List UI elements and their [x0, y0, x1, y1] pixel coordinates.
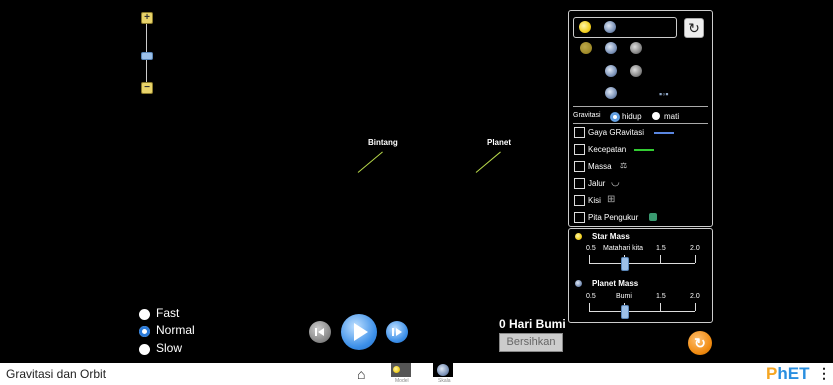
tape-measure-icon: [649, 213, 657, 221]
screen-scale-button[interactable]: [433, 363, 453, 377]
tick-label: 0.5: [586, 293, 596, 300]
simulation-area: + − Bintang Planet ↻ ▪◦▪ Gravitasi hidup…: [0, 0, 833, 363]
speed-slow-radio[interactable]: [139, 344, 150, 355]
tape-measure-checkbox[interactable]: [574, 212, 585, 223]
tick-label: Matahari kita: [603, 245, 644, 252]
tick-label: 2.0: [690, 293, 700, 300]
rewind-icon: [315, 328, 324, 336]
checkbox-label: Massa: [588, 162, 612, 171]
sun-icon[interactable]: [579, 21, 591, 33]
grid-icon: ⊞: [607, 194, 616, 205]
checkbox-label: Kecepatan: [588, 145, 627, 154]
moon-scenario-icon[interactable]: [630, 42, 642, 54]
reset-icon: ↻: [694, 335, 706, 351]
sun-scenario-icon[interactable]: [580, 42, 592, 54]
planet-mass-thumb[interactable]: [621, 305, 630, 319]
tick: [589, 303, 590, 311]
screen-model-label: Model: [395, 378, 409, 384]
gravity-force-checkbox[interactable]: [574, 127, 585, 138]
play-button[interactable]: [341, 314, 377, 350]
tick-label: Bumi: [616, 293, 632, 300]
satellite-icon[interactable]: ▪◦▪: [659, 89, 669, 99]
gravity-label: Gravitasi: [573, 112, 601, 119]
earth-icon: [437, 364, 449, 376]
divider: [573, 123, 708, 124]
velocity-arrow-icon: [634, 149, 654, 151]
clear-button[interactable]: Bersihkan: [499, 333, 563, 352]
speed-fast-radio[interactable]: [139, 309, 150, 320]
zoom-slider[interactable]: + −: [141, 12, 153, 94]
path-icon: ◡: [611, 177, 620, 188]
speed-normal-label: Normal: [156, 323, 195, 337]
navigation-bar: Gravitasi dan Orbit ⌂ Model Skala PhET ⋮: [0, 363, 833, 385]
elapsed-time: 0 Hari Bumi: [499, 317, 566, 331]
planet-body[interactable]: [475, 151, 501, 173]
scale-icon: ⚖: [620, 161, 628, 170]
earth-icon: [575, 280, 582, 287]
moon-only-scenario-icon[interactable]: [630, 65, 642, 77]
step-icon: [392, 328, 402, 336]
tick-label: 1.5: [656, 245, 666, 252]
tick: [589, 255, 590, 263]
play-icon: [354, 323, 368, 341]
phet-menu-icon[interactable]: ⋮: [817, 365, 831, 382]
mass-panel: Star Mass 0.5 Matahari kita 1.5 2.0 Plan…: [568, 228, 713, 323]
earth-satellite-scenario-icon[interactable]: [605, 87, 617, 99]
planet-mass-track[interactable]: [589, 311, 695, 312]
checkbox-label: Gaya GRavitasi: [588, 128, 645, 137]
star-body[interactable]: [357, 151, 383, 173]
zoom-thumb[interactable]: [141, 52, 153, 60]
velocity-checkbox[interactable]: [574, 144, 585, 155]
tick: [660, 255, 661, 263]
checkbox-label: Jalur: [588, 179, 606, 188]
planet-mass-title: Planet Mass: [592, 279, 639, 288]
divider: [573, 106, 708, 107]
sun-icon: [575, 233, 582, 240]
screen-scale-label: Skala: [438, 378, 451, 384]
rewind-button[interactable]: [309, 321, 331, 343]
gravity-force-arrow-icon: [654, 132, 674, 134]
sun-icon: [393, 366, 400, 373]
earth-scenario-icon[interactable]: [605, 42, 617, 54]
star-mass-thumb[interactable]: [621, 257, 630, 271]
home-icon[interactable]: ⌂: [357, 366, 365, 382]
step-forward-button[interactable]: [386, 321, 408, 343]
phet-logo[interactable]: PhET: [766, 364, 809, 384]
gravity-on-label: hidup: [622, 112, 642, 121]
reset-all-button[interactable]: ↻: [688, 331, 712, 355]
star-mass-track[interactable]: [589, 263, 695, 264]
mass-checkbox[interactable]: [574, 161, 585, 172]
control-panel: ↻ ▪◦▪ Gravitasi hidup mati Gaya GRavitas…: [568, 10, 713, 227]
checkbox-label: Pita Pengukur: [588, 213, 639, 222]
gravity-off-radio[interactable]: [652, 112, 660, 120]
tick-label: 0.5: [586, 245, 596, 252]
path-checkbox[interactable]: [574, 178, 585, 189]
star-label: Bintang: [368, 138, 398, 147]
tick-label: 1.5: [656, 293, 666, 300]
earth-icon[interactable]: [604, 21, 616, 33]
zoom-out-button[interactable]: −: [141, 82, 153, 94]
star-mass-title: Star Mass: [592, 232, 630, 241]
planet-label: Planet: [487, 138, 512, 147]
grid-checkbox[interactable]: [574, 195, 585, 206]
speed-normal-radio[interactable]: [139, 326, 150, 337]
screen-model-button[interactable]: [391, 363, 411, 377]
app-title: Gravitasi dan Orbit: [6, 367, 107, 381]
scenario-selected-row[interactable]: [573, 17, 677, 38]
earth-moon-scenario-icon[interactable]: [605, 65, 617, 77]
speed-fast-label: Fast: [156, 306, 180, 320]
tick-label: 2.0: [690, 245, 700, 252]
reset-scenario-button[interactable]: ↻: [684, 18, 704, 38]
gravity-off-label: mati: [664, 112, 680, 121]
tick: [695, 255, 696, 263]
tick: [695, 303, 696, 311]
tick: [660, 303, 661, 311]
checkbox-label: Kisi: [588, 196, 601, 205]
zoom-in-button[interactable]: +: [141, 12, 153, 24]
speed-slow-label: Slow: [156, 341, 183, 355]
gravity-on-radio[interactable]: [610, 112, 620, 122]
